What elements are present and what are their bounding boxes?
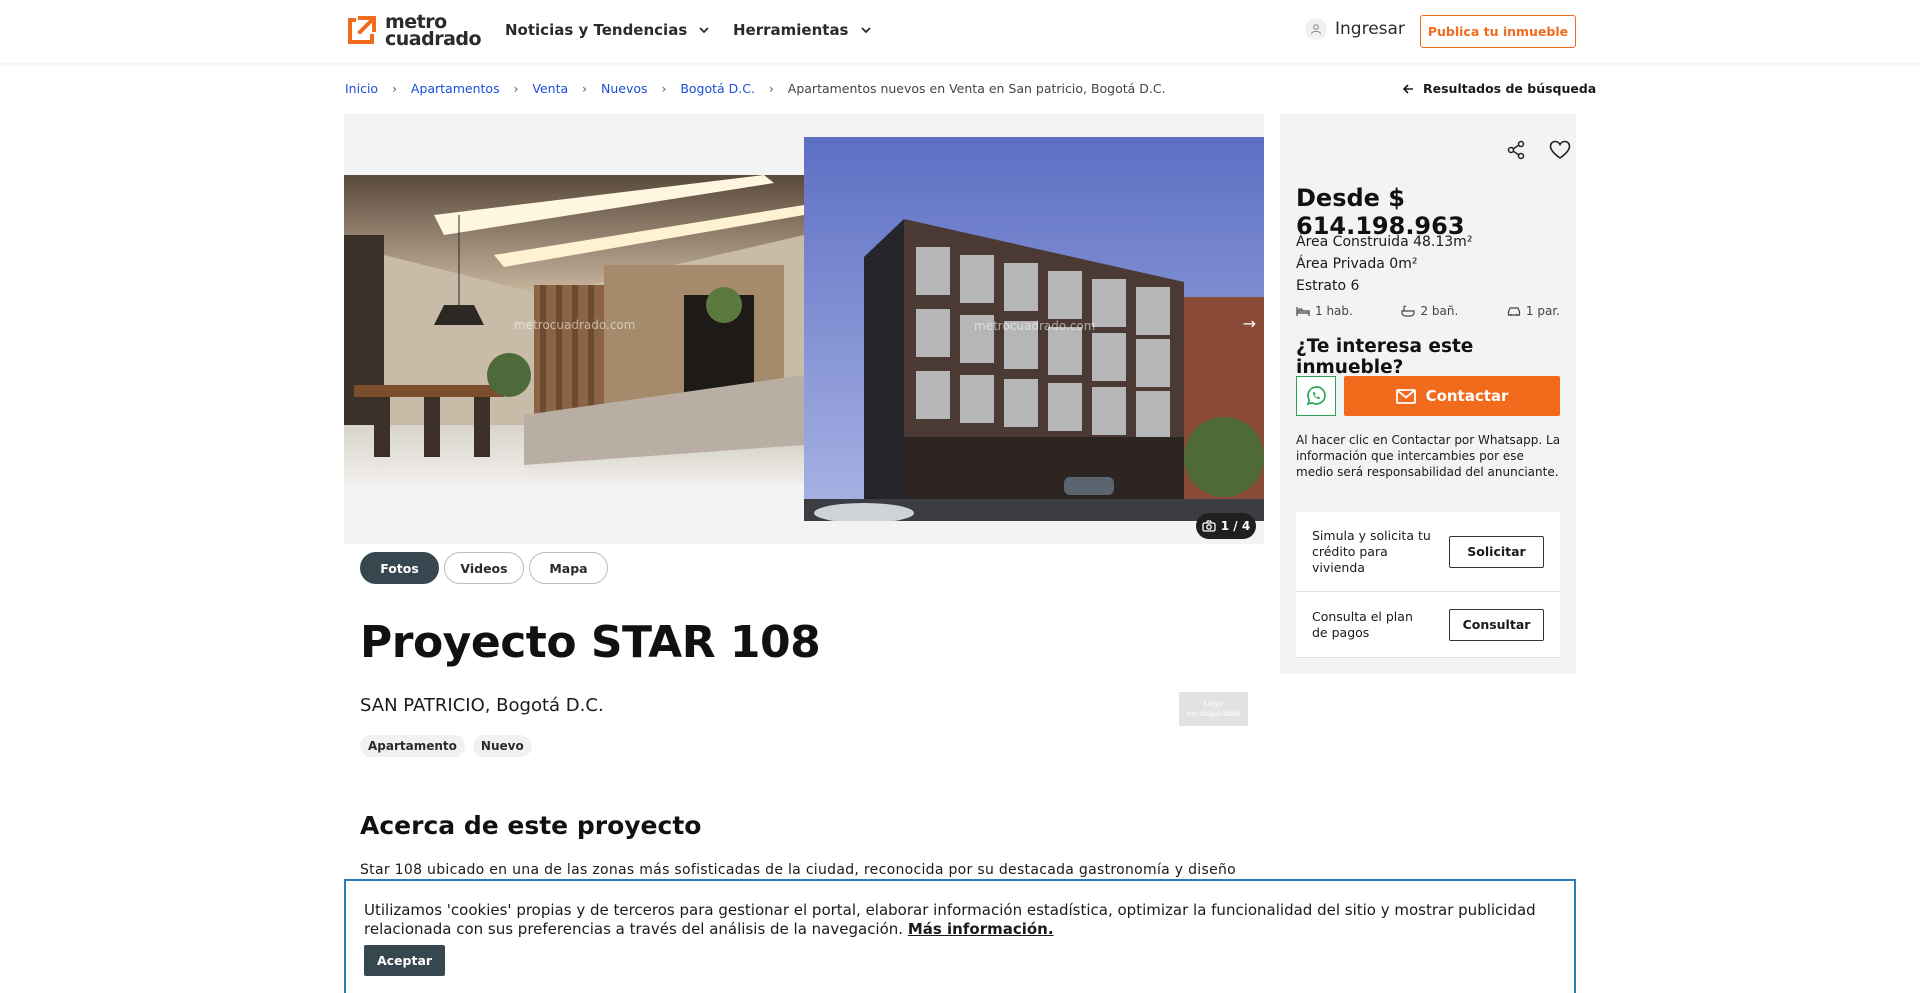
tab-mapa[interactable]: Mapa (529, 552, 608, 584)
breadcrumb-nuevos[interactable]: Nuevos (601, 81, 648, 96)
contact-label: Contactar (1425, 387, 1509, 405)
panel-actions (1484, 138, 1572, 162)
tag-nuevo: Nuevo (472, 735, 532, 757)
interest-title: ¿Te interesa este inmueble? (1296, 336, 1474, 378)
user-icon (1305, 18, 1327, 40)
credit-label: Simula y solicita tu crédito para vivien… (1312, 527, 1431, 575)
financing-options: Simula y solicita tu crédito para vivien… (1296, 512, 1560, 658)
logo-icon (344, 12, 380, 50)
listing-tags: Apartamento Nuevo (360, 735, 540, 757)
baths-label: 2 bañ. (1420, 304, 1459, 318)
bath-icon (1401, 305, 1416, 317)
share-icon[interactable] (1504, 138, 1528, 162)
building-facade-photo[interactable]: metrocuadrado.com (804, 137, 1264, 521)
area-private: Área Privada 0m² (1296, 256, 1418, 272)
photo-counter-label: 1 / 4 (1220, 519, 1251, 533)
breadcrumb: Inicio › Apartamentos › Venta › Nuevos ›… (345, 81, 1166, 96)
whatsapp-disclaimer: Al hacer clic en Contactar por Whatsapp.… (1296, 433, 1561, 479)
price: Desde $ 614.198.963 (1296, 184, 1465, 240)
listing-location: SAN PATRICIO, Bogotá D.C. (360, 695, 604, 716)
logo-placeholder-text: no disponible (1186, 709, 1241, 718)
amenities: 1 hab. 2 bañ. 1 par. (1296, 304, 1560, 318)
cookie-banner: Utilizamos 'cookies' propias y de tercer… (344, 879, 1576, 993)
parking-label: 1 par. (1525, 304, 1560, 318)
baths-info: 2 bañ. (1401, 304, 1458, 318)
login-button[interactable]: Ingresar (1305, 18, 1405, 40)
nav-herramientas[interactable]: Herramientas (733, 21, 871, 39)
arrow-left-icon (1402, 83, 1413, 94)
more-info-link[interactable]: Más información. (908, 920, 1054, 938)
breadcrumb-separator: › (513, 81, 519, 96)
credit-simulation-row: Simula y solicita tu crédito para vivien… (1296, 512, 1560, 592)
price-contact-panel: Desde $ 614.198.963 Área Construida 48.1… (1280, 114, 1576, 674)
contact-button[interactable]: Contactar (1344, 376, 1560, 416)
tag-apartamento: Apartamento (360, 735, 465, 757)
watermark: metrocuadrado.com (514, 318, 636, 332)
breadcrumb-separator: › (392, 81, 397, 96)
breadcrumb-separator: › (661, 81, 667, 96)
tab-videos[interactable]: Videos (444, 552, 524, 584)
developer-logo-placeholder: Logo no disponible (1179, 692, 1248, 726)
breadcrumb-inicio[interactable]: Inicio (345, 81, 378, 96)
breadcrumb-current: Apartamentos nuevos en Venta en San patr… (787, 81, 1166, 96)
tab-fotos[interactable]: Fotos (360, 552, 439, 584)
rooms-info: 1 hab. (1296, 304, 1353, 318)
breadcrumb-apartamentos[interactable]: Apartamentos (411, 81, 500, 96)
metrocuadrado-logo[interactable]: metro cuadrado (344, 11, 482, 50)
publish-property-button[interactable]: Publica tu inmueble (1420, 15, 1576, 48)
back-to-results-label: Resultados de búsqueda (1423, 81, 1597, 96)
page-title: Proyecto STAR 108 (360, 617, 821, 668)
solicitar-button[interactable]: Solicitar (1449, 535, 1544, 568)
cookie-text: Utilizamos 'cookies' propias y de tercer… (364, 901, 1564, 939)
camera-icon (1202, 520, 1216, 532)
nav-noticias-tendencias[interactable]: Noticias y Tendencias (505, 21, 709, 39)
chevron-down-icon (860, 27, 871, 34)
plan-label: Consulta el plan de pagos (1312, 608, 1413, 640)
media-tabs: Fotos Videos Mapa (360, 552, 613, 584)
breadcrumb-separator: › (768, 81, 774, 96)
chevron-down-icon (699, 27, 709, 34)
whatsapp-icon (1306, 386, 1326, 406)
photo-gallery[interactable]: metrocuadrado.com metrocuadrado.com → 1 … (344, 114, 1264, 544)
site-header: metro cuadrado Noticias y Tendencias Her… (0, 0, 1920, 63)
logo-placeholder-text: Logo (1203, 699, 1224, 708)
favorite-heart-icon[interactable] (1548, 138, 1572, 162)
rooms-label: 1 hab. (1315, 304, 1353, 318)
photo-counter: 1 / 4 (1196, 513, 1256, 539)
watermark: metrocuadrado.com (974, 319, 1096, 333)
breadcrumb-venta[interactable]: Venta (532, 81, 568, 96)
consultar-button[interactable]: Consultar (1449, 608, 1544, 641)
area-built: Área Construida 48.13m² (1296, 234, 1473, 250)
whatsapp-button[interactable] (1296, 376, 1336, 416)
breadcrumb-bogota[interactable]: Bogotá D.C. (680, 81, 755, 96)
parking-info: 1 par. (1507, 304, 1560, 318)
back-to-results-link[interactable]: Resultados de búsqueda (1402, 81, 1596, 96)
breadcrumb-separator: › (582, 81, 587, 96)
bed-icon (1296, 306, 1310, 316)
logo-text: metro cuadrado (385, 11, 482, 50)
car-icon (1507, 306, 1521, 316)
project-description: Star 108 ubicado en una de las zonas más… (360, 862, 1237, 878)
nav-label: Noticias y Tendencias (505, 21, 688, 39)
login-label: Ingresar (1335, 19, 1405, 39)
nav-label: Herramientas (733, 21, 849, 39)
interior-lobby-photo[interactable]: metrocuadrado.com (344, 175, 804, 483)
mail-icon (1395, 388, 1416, 404)
accept-cookies-button[interactable]: Aceptar (364, 945, 445, 976)
next-photo-arrow-icon[interactable]: → (1243, 314, 1256, 333)
payment-plan-row: Consulta el plan de pagos Consultar (1296, 592, 1560, 658)
estrato: Estrato 6 (1296, 278, 1360, 294)
about-section-title: Acerca de este proyecto (360, 811, 702, 840)
